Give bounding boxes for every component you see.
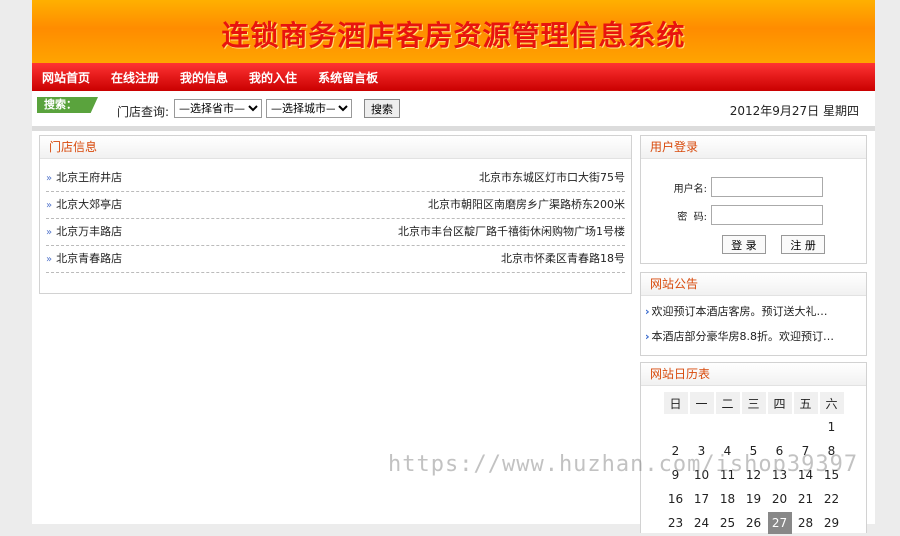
- store-list: 北京王府井店 北京市东城区灯市口大街75号 北京大郊亭店 北京市朝阳区南磨房乡广…: [40, 159, 631, 273]
- nav-my-checkin[interactable]: 我的入住: [249, 69, 297, 86]
- calendar-day[interactable]: 21: [794, 488, 818, 510]
- store-search-label: 门店查询:: [117, 105, 170, 119]
- calendar-day[interactable]: 23: [664, 512, 688, 534]
- username-row: 用户名:: [641, 177, 866, 197]
- calendar-panel: 网站日历表 日一二三四五六 1 2 3 4 5 6 7 8 9 10 11 12 13 14 15 16 17 1…: [640, 362, 867, 534]
- calendar-weekday: 五: [793, 392, 818, 414]
- calendar-day[interactable]: 18: [716, 488, 740, 510]
- username-input[interactable]: [711, 177, 823, 197]
- password-row: 密 码:: [641, 205, 866, 225]
- province-select[interactable]: —选择省市—: [174, 99, 262, 118]
- calendar-day[interactable]: 25: [716, 512, 740, 534]
- store-name[interactable]: 北京青春路店: [46, 246, 122, 272]
- calendar-empty-cell: [742, 416, 766, 438]
- calendar-weekday: 四: [767, 392, 792, 414]
- calendar-day[interactable]: 20: [768, 488, 792, 510]
- store-address: 北京市朝阳区南磨房乡广渠路桥东200米: [428, 198, 625, 211]
- store-panel-title: 门店信息: [40, 136, 631, 159]
- store-name[interactable]: 北京大郊亭店: [46, 192, 122, 218]
- calendar-weekday-row: 日一二三四五六: [663, 392, 844, 414]
- calendar-weekday: 日: [663, 392, 688, 414]
- site-title: 连锁商务酒店客房资源管理信息系统: [221, 19, 686, 52]
- login-panel: 用户登录 用户名: 密 码: 登 录 注 册: [640, 135, 867, 264]
- notice-panel: 网站公告 欢迎预订本酒店客房。预订送大礼… 本酒店部分豪华房8.8折。欢迎预订…: [640, 272, 867, 356]
- calendar-day[interactable]: 26: [742, 512, 766, 534]
- calendar-empty-cell: [690, 416, 714, 438]
- login-buttons: 登 录 注 册: [641, 235, 866, 254]
- calendar-weekday: 二: [715, 392, 740, 414]
- calendar-day[interactable]: 28: [794, 512, 818, 534]
- store-address: 北京市丰台区靛厂路千禧街休闲购物广场1号楼: [398, 225, 625, 238]
- page: 连锁商务酒店客房资源管理信息系统 网站首页 在线注册 我的信息 我的入住 系统留…: [32, 0, 875, 534]
- calendar-weekday: 一: [689, 392, 714, 414]
- calendar-day[interactable]: 27: [767, 512, 792, 534]
- notice-panel-title: 网站公告: [641, 273, 866, 296]
- current-date: 2012年9月27日 星期四: [729, 104, 859, 118]
- calendar-day[interactable]: 17: [690, 488, 714, 510]
- search-bar: 搜索： 门店查询: —选择省市— —选择城市— 搜索 2012年9月27日 星期…: [32, 91, 875, 131]
- store-name[interactable]: 北京王府井店: [46, 165, 122, 191]
- calendar-empty-cell: [664, 416, 688, 438]
- calendar-day[interactable]: 29: [820, 512, 844, 534]
- store-address: 北京市怀柔区青春路18号: [501, 252, 625, 265]
- calendar-week-row: 1: [664, 416, 844, 438]
- calendar-day[interactable]: 16: [664, 488, 688, 510]
- calendar-day[interactable]: 24: [690, 512, 714, 534]
- login-panel-title: 用户登录: [641, 136, 866, 159]
- username-label: 用户名:: [673, 183, 707, 195]
- nav-my-info[interactable]: 我的信息: [180, 69, 228, 86]
- search-button[interactable]: 搜索: [364, 99, 400, 118]
- store-name[interactable]: 北京万丰路店: [46, 219, 122, 245]
- calendar-weekday: 六: [819, 392, 844, 414]
- site-banner: 连锁商务酒店客房资源管理信息系统: [32, 0, 875, 63]
- notice-list: 欢迎预订本酒店客房。预订送大礼… 本酒店部分豪华房8.8折。欢迎预订…: [641, 296, 866, 349]
- store-row[interactable]: 北京万丰路店 北京市丰台区靛厂路千禧街休闲购物广场1号楼: [46, 219, 625, 246]
- calendar-week-row: 23 24 25 26 27 28 29: [664, 512, 844, 534]
- store-panel: 门店信息 北京王府井店 北京市东城区灯市口大街75号 北京大郊亭店 北京市朝阳区…: [39, 135, 632, 294]
- main-nav: 网站首页 在线注册 我的信息 我的入住 系统留言板: [32, 63, 875, 91]
- city-select[interactable]: —选择城市—: [266, 99, 352, 118]
- store-row[interactable]: 北京王府井店 北京市东城区灯市口大街75号: [46, 165, 625, 192]
- register-button[interactable]: 注 册: [781, 235, 825, 254]
- calendar-empty-cell: [768, 416, 792, 438]
- store-address: 北京市东城区灯市口大街75号: [479, 171, 625, 184]
- calendar-day[interactable]: 19: [742, 488, 766, 510]
- password-label: 密 码:: [677, 211, 707, 223]
- store-row[interactable]: 北京大郊亭店 北京市朝阳区南磨房乡广渠路桥东200米: [46, 192, 625, 219]
- calendar-weekday: 三: [741, 392, 766, 414]
- nav-home[interactable]: 网站首页: [42, 69, 90, 86]
- store-row[interactable]: 北京青春路店 北京市怀柔区青春路18号: [46, 246, 625, 273]
- calendar-week-row: 16 17 18 19 20 21 22: [664, 488, 844, 510]
- calendar-empty-cell: [716, 416, 740, 438]
- login-form: 用户名: 密 码: 登 录 注 册: [641, 159, 866, 254]
- watermark: https://www.huzhan.com/ishop39397: [388, 452, 859, 477]
- nav-register[interactable]: 在线注册: [111, 69, 159, 86]
- notice-item[interactable]: 本酒店部分豪华房8.8折。欢迎预订…: [641, 324, 866, 349]
- password-input[interactable]: [711, 205, 823, 225]
- calendar-empty-cell: [794, 416, 818, 438]
- search-tag: 搜索：: [37, 97, 98, 113]
- calendar-day[interactable]: 22: [820, 488, 844, 510]
- login-button[interactable]: 登 录: [722, 235, 766, 254]
- notice-item[interactable]: 欢迎预订本酒店客房。预订送大礼…: [641, 299, 866, 324]
- nav-guestbook[interactable]: 系统留言板: [318, 69, 378, 86]
- calendar-panel-title: 网站日历表: [641, 363, 866, 386]
- calendar-day[interactable]: 1: [820, 416, 844, 438]
